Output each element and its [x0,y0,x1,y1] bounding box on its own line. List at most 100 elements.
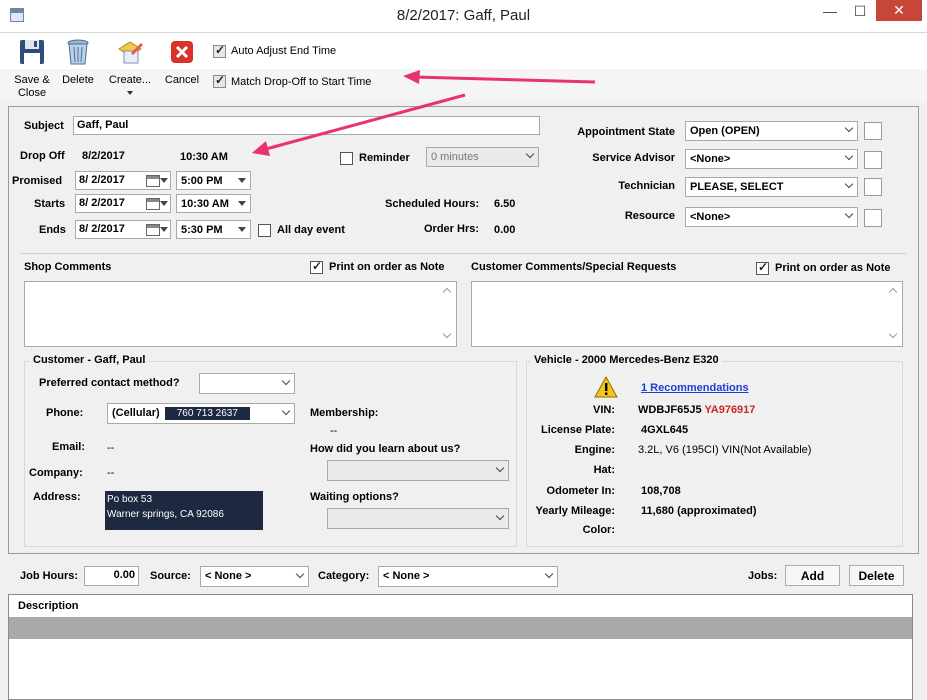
odometer-label: Odometer In: [546,485,615,497]
membership-value: -- [330,425,338,437]
scroll-down-icon [442,329,452,339]
technician-value: PLEASE, SELECT [690,181,784,193]
source-select[interactable]: < None > [200,566,309,587]
add-job-button[interactable]: Add [785,565,840,586]
promised-date-picker[interactable]: 8/ 2/2017 [75,171,171,190]
starts-time-select[interactable]: 10:30 AM [176,194,251,213]
order-hrs-value: 0.00 [494,224,516,236]
resource-select[interactable]: <None> [685,207,858,227]
all-day-label: All day event [277,224,345,236]
dropoff-date: 8/2/2017 [82,150,125,162]
promised-time-value: 5:00 PM [181,175,223,187]
chevron-down-icon [845,181,853,189]
plate-label: License Plate: [541,424,615,436]
shop-comments-textarea[interactable] [24,281,457,347]
delete-job-button[interactable]: Delete [849,565,904,586]
source-label: Source: [150,570,191,582]
technician-color-box[interactable] [864,178,882,196]
chevron-down-icon [282,408,290,416]
all-day-checkbox[interactable] [258,224,271,237]
service-advisor-select[interactable]: <None> [685,149,858,169]
ends-date-picker[interactable]: 8/ 2/2017 [75,220,171,239]
vin-part2: YA976917 [704,404,756,416]
table-row[interactable] [9,617,912,639]
appointment-state-label: Appointment State [577,126,675,138]
contact-method-select[interactable] [199,373,295,394]
chevron-down-icon [296,571,304,579]
toolbar: Save & Close Delete Create... Cancel Aut… [0,33,927,101]
customer-group-title: Customer - Gaff, Paul [30,354,149,366]
create-document-icon [118,41,143,64]
address-label: Address: [33,491,81,503]
delete-label: Delete [62,74,94,86]
chevron-down-icon [160,177,168,183]
match-dropoff-label: Match Drop-Off to Start Time [231,76,372,88]
promised-date-value: 8/ 2/2017 [79,174,125,186]
reminder-checkbox[interactable] [340,152,353,165]
yearly-mileage-label: Yearly Mileage: [535,505,616,517]
jobs-grid: Description [8,594,913,700]
engine-value: 3.2L, V6 (195CI) VIN(Not Available) [638,444,812,456]
promised-time-select[interactable]: 5:00 PM [176,171,251,190]
email-value: -- [107,442,115,454]
calendar-icon [146,175,160,187]
chevron-down-icon [496,513,504,521]
phone-select[interactable]: (Cellular) 760 713 2637 [107,403,295,424]
auto-adjust-checkbox[interactable] [213,43,226,58]
company-value: -- [107,467,115,479]
create-menu-button[interactable]: Create... [104,37,156,95]
shop-comments-label: Shop Comments [24,261,112,273]
source-value: < None > [205,570,252,582]
ends-time-select[interactable]: 5:30 PM [176,220,251,239]
maximize-button[interactable]: ☐ [845,0,875,22]
learn-about-select[interactable] [327,460,509,481]
company-label: Company: [29,467,83,479]
plate-value: 4GXL645 [641,424,689,436]
waiting-options-select[interactable] [327,508,509,529]
calendar-icon [146,198,160,210]
contact-method-label: Preferred contact method? [39,377,180,389]
cancel-button[interactable]: Cancel [162,37,202,87]
appointment-state-color-box[interactable] [864,122,882,140]
close-window-button[interactable]: ✕ [876,0,922,21]
appointment-state-select[interactable]: Open (OPEN) [685,121,858,141]
customer-print-checkbox[interactable] [756,260,769,275]
category-value: < None > [383,570,430,582]
save-close-button[interactable]: Save & Close [8,37,56,100]
category-select[interactable]: < None > [378,566,558,587]
service-advisor-label: Service Advisor [592,152,675,164]
order-hrs-label: Order Hrs: [424,223,480,235]
resource-color-box[interactable] [864,209,882,227]
chevron-down-icon [282,378,290,386]
section-divider [20,253,906,254]
scroll-up-icon [888,287,898,297]
job-hours-label: Job Hours: [20,570,79,582]
engine-label: Engine: [574,444,615,456]
customer-comments-textarea[interactable] [471,281,903,347]
create-label: Create... [108,74,152,86]
scroll-down-icon [888,329,898,339]
vin-label: VIN: [593,404,615,416]
hat-label: Hat: [593,464,615,476]
technician-select[interactable]: PLEASE, SELECT [685,177,858,197]
job-hours-input[interactable]: 0.00 [84,566,139,586]
chevron-down-icon [845,125,853,133]
vehicle-group-title: Vehicle - 2000 Mercedes-Benz E320 [531,354,722,366]
yearly-mileage-value: 11,680 (approximated) [641,505,757,517]
minimize-button[interactable]: — [815,0,845,22]
vin-value: WDBJF65J5 YA976917 [638,404,755,416]
shop-print-checkbox[interactable] [310,259,323,274]
delete-button[interactable]: Delete [58,37,98,87]
description-column-header: Description [18,600,79,612]
recommendations-link[interactable]: 1 Recommendations [641,382,749,394]
match-dropoff-checkbox[interactable] [213,73,226,88]
scrollbar[interactable] [441,283,455,345]
email-label: Email: [52,441,86,453]
subject-input[interactable]: Gaff, Paul [73,116,540,135]
scrollbar[interactable] [887,283,901,345]
starts-date-picker[interactable]: 8/ 2/2017 [75,194,171,213]
dropoff-label: Drop Off [20,150,65,162]
customer-print-label: Print on order as Note [775,262,891,274]
reminder-select[interactable]: 0 minutes [426,147,539,167]
service-advisor-color-box[interactable] [864,151,882,169]
